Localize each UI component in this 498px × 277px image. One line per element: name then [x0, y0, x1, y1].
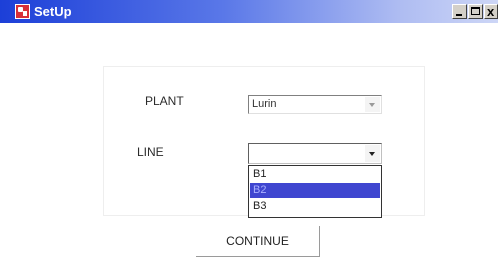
- minimize-button[interactable]: [452, 4, 467, 19]
- line-option-b3[interactable]: B3: [250, 199, 380, 214]
- close-icon: x: [487, 4, 495, 19]
- line-option-b2[interactable]: B2: [250, 183, 380, 198]
- app-icon[interactable]: [15, 4, 30, 19]
- plant-select[interactable]: Lurin: [248, 95, 382, 114]
- plant-dropdown-button[interactable]: [365, 97, 380, 112]
- maximize-button[interactable]: [468, 4, 483, 19]
- chevron-down-icon: [369, 103, 375, 107]
- chevron-down-icon: [369, 152, 375, 156]
- plant-label: PLANT: [145, 94, 184, 108]
- continue-button[interactable]: CONTINUE: [196, 226, 320, 257]
- setup-window: SetUp x PLANT Lurin LINE B1 B2 B3 CONTIN…: [0, 0, 498, 277]
- close-button[interactable]: x: [484, 4, 498, 19]
- line-dropdown-button[interactable]: [365, 145, 380, 162]
- line-options-list[interactable]: B1 B2 B3: [248, 165, 382, 218]
- line-label: LINE: [137, 145, 164, 159]
- title-bar[interactable]: SetUp x: [0, 0, 498, 23]
- line-select[interactable]: [248, 143, 382, 164]
- line-option-b1[interactable]: B1: [250, 167, 380, 182]
- plant-select-value: Lurin: [252, 98, 277, 110]
- window-title: SetUp: [34, 4, 72, 19]
